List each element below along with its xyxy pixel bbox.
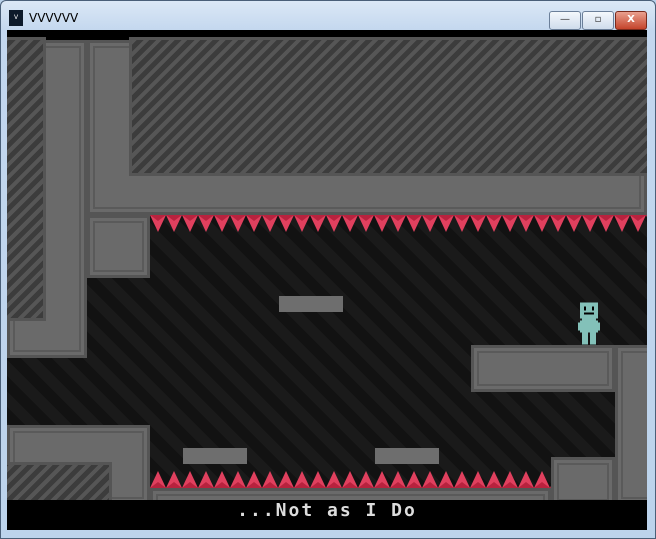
window-title: VVVVVV — [29, 11, 79, 25]
floating-platform — [183, 448, 247, 464]
room-name: ...Not as I Do — [7, 500, 647, 530]
close-button[interactable]: X — [615, 11, 647, 30]
floating-platform — [279, 296, 343, 312]
corner-block — [87, 215, 150, 278]
left-wall-hatch — [7, 40, 43, 318]
ceiling-spikes — [150, 215, 647, 232]
bottom-left-hatch — [7, 465, 109, 505]
maximize-button[interactable]: ▫ — [582, 11, 614, 30]
player-character — [578, 302, 600, 345]
floor-spikes — [150, 471, 551, 488]
right-wall — [615, 345, 647, 505]
right-ledge — [471, 345, 615, 392]
floating-platform — [375, 448, 439, 464]
title-bar[interactable]: V VVVVVV — ▫ X — [1, 1, 656, 31]
ceiling-hatch — [132, 40, 647, 173]
game-viewport[interactable]: ...Not as I Do — [7, 30, 647, 530]
app-icon: V — [9, 10, 23, 26]
minimize-button[interactable]: — — [549, 11, 581, 30]
